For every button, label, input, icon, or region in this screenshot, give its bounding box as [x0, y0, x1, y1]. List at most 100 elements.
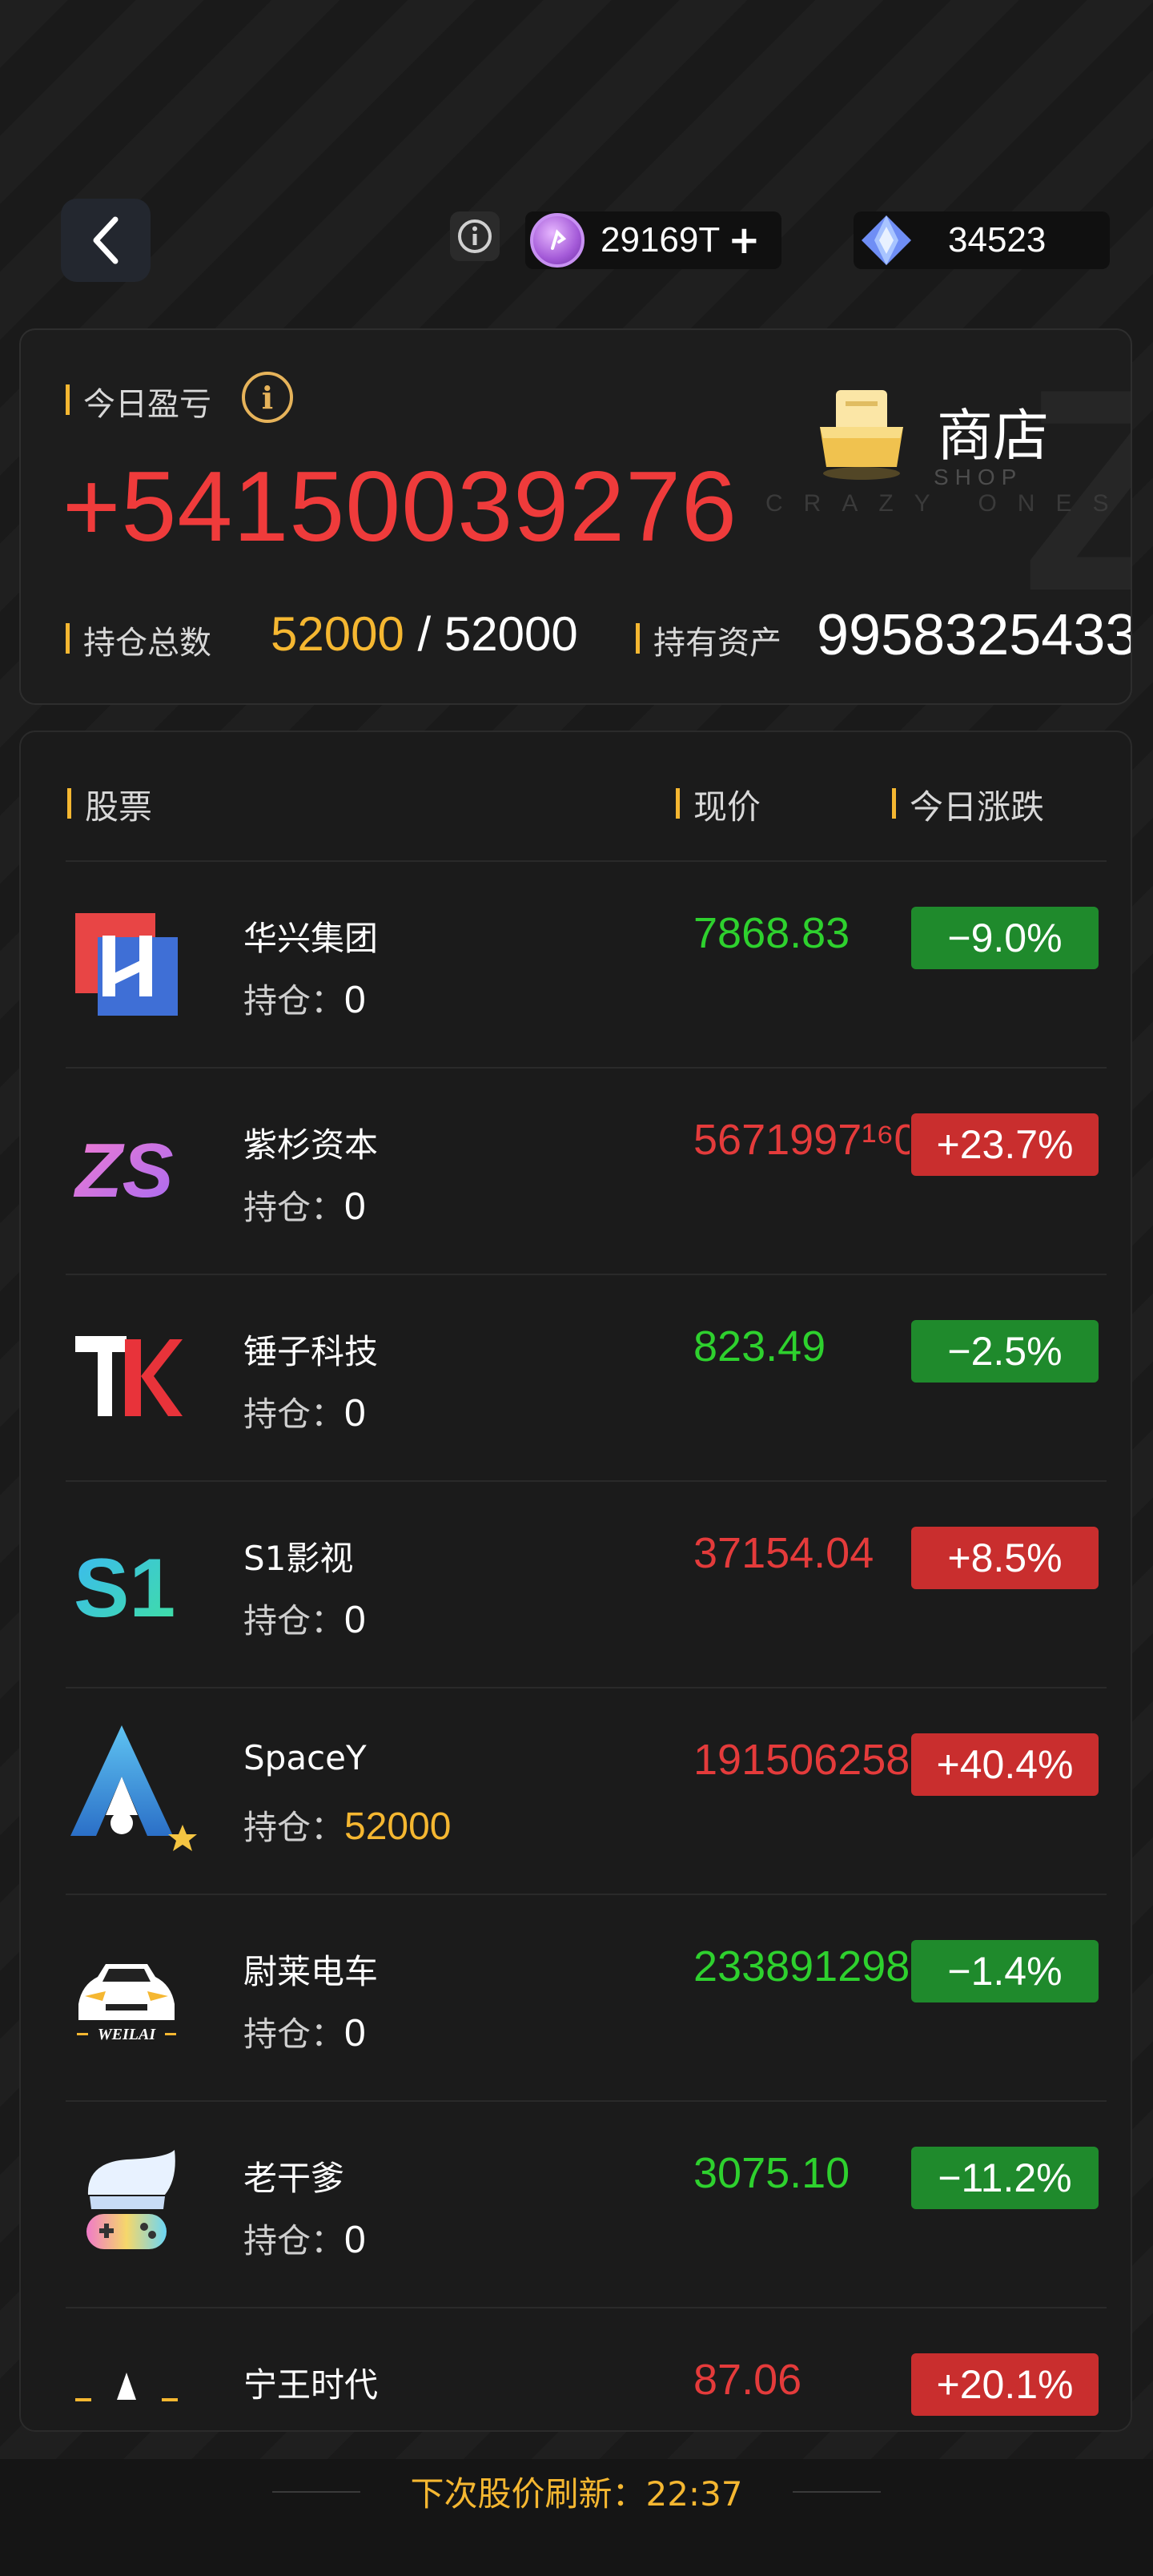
- holdings-total: 52000: [444, 607, 578, 661]
- holdings-separator: /: [404, 607, 444, 661]
- stock-row[interactable]: ZS 紫杉资本 持仓：0 5671997¹⁶0 +23.7%: [66, 1067, 1107, 1274]
- stock-change-badge: −11.2%: [911, 2147, 1099, 2209]
- crown-logo-icon: [75, 2373, 178, 2401]
- holding-label: 持仓：: [243, 1601, 345, 1640]
- holding-label: 持仓：: [243, 981, 345, 1020]
- pnl-value: +54150039276: [62, 452, 738, 562]
- holding-value: 0: [344, 2219, 366, 2261]
- stock-change-badge: +40.4%: [911, 1733, 1099, 1796]
- back-button[interactable]: [61, 199, 151, 282]
- diamond-icon: [862, 215, 911, 265]
- stock-name: 紫杉资本: [243, 1125, 379, 1165]
- holding-value: 0: [344, 1392, 366, 1435]
- stock-name: 锤子科技: [243, 1332, 379, 1371]
- stock-price: 37154.04: [693, 1529, 874, 1577]
- stock-change-badge: +8.5%: [911, 1527, 1099, 1589]
- stock-holding: 持仓：0: [243, 1181, 366, 1230]
- portfolio-summary: Z CRAZY ONES 今日盈亏 i +54150039276 商店 SHOP…: [19, 328, 1132, 705]
- shop-box-icon: [820, 390, 903, 480]
- stock-name: 尉莱电车: [243, 1952, 379, 1991]
- holdings-label: 持仓总数: [66, 617, 211, 663]
- stock-name: 华兴集团: [243, 919, 379, 958]
- shop-subtitle: SHOP: [934, 465, 1023, 489]
- chevron-left-icon: [93, 216, 119, 264]
- holding-value: 0: [344, 979, 366, 1021]
- stock-price: 191506258: [693, 1736, 910, 1784]
- stock-price: 823.49: [693, 1322, 826, 1371]
- assets-label: 持有资产: [636, 617, 781, 663]
- zs-logo-icon: ZS: [73, 1128, 174, 1214]
- divider-right: [793, 2491, 881, 2493]
- column-header-stock: 股票: [67, 780, 152, 829]
- holding-value: 0: [344, 1599, 366, 1641]
- stock-holding: 持仓：0: [243, 2421, 366, 2430]
- stock-change-badge: −1.4%: [911, 1940, 1099, 2002]
- gem-balance: 34523: [854, 211, 1110, 269]
- stock-change-badge: +20.1%: [911, 2353, 1099, 2416]
- stock-change-badge: +23.7%: [911, 1113, 1099, 1176]
- stock-holding: 持仓：0: [243, 2214, 366, 2263]
- shop-button[interactable]: 商店 SHOP: [814, 375, 1078, 489]
- refresh-countdown: 下次股价刷新：22:37: [410, 2474, 743, 2514]
- holding-label: 持仓：: [243, 1395, 345, 1434]
- column-header-price: 现价: [676, 780, 761, 829]
- top-bar: 29169T + 34523: [0, 192, 1153, 288]
- stock-row[interactable]: WEILAI 尉莱电车 持仓：0 2338912982 −1.4%: [66, 1894, 1107, 2100]
- holdings-count: 52000 / 52000: [271, 606, 578, 662]
- holding-value: 52000: [344, 1805, 452, 1848]
- rocket-logo-icon: [70, 1725, 197, 1851]
- stock-row[interactable]: 锤子科技 持仓：0 823.49 −2.5%: [66, 1274, 1107, 1480]
- refresh-footer: 下次股价刷新：22:37: [0, 2459, 1153, 2576]
- stock-row[interactable]: 老干爹 持仓：0 3075.10 −11.2%: [66, 2100, 1107, 2307]
- stock-price: 3075.10: [693, 2149, 850, 2197]
- holdings-current: 52000: [271, 607, 404, 661]
- info-icon: [458, 219, 492, 253]
- svg-text:ZS: ZS: [73, 1128, 174, 1214]
- holding-value: 0: [344, 1185, 366, 1228]
- stock-price: 2338912982: [693, 1942, 910, 1990]
- shop-title: 商店: [937, 402, 1049, 469]
- holding-label: 持仓：: [243, 2015, 345, 2054]
- stock-change-badge: −2.5%: [911, 1320, 1099, 1383]
- s1-logo-icon: S1: [74, 1542, 175, 1635]
- brand-watermark: CRAZY ONES: [765, 490, 1130, 517]
- coin-value: 29169T: [601, 220, 721, 260]
- stock-holding: 持仓：0: [243, 2007, 366, 2056]
- stock-row[interactable]: S1 S1影视 持仓：0 37154.04 +8.5%: [66, 1480, 1107, 1687]
- holding-value: 0: [344, 2425, 366, 2430]
- stock-name: 老干爹: [243, 2159, 345, 2198]
- hammer-logo-icon: [75, 1336, 183, 1416]
- holding-value: 0: [344, 2012, 366, 2055]
- stock-holding: 持仓：0: [243, 1594, 366, 1643]
- car-logo-icon: WEILAI: [77, 1964, 176, 2043]
- stock-change-badge: −9.0%: [911, 907, 1099, 969]
- holding-label: 持仓：: [243, 1808, 345, 1847]
- stock-price: 87.06: [693, 2356, 802, 2404]
- stock-row[interactable]: 华兴集团 持仓：0 7868.83 −9.0%: [66, 860, 1107, 1067]
- coin-balance: 29169T +: [525, 211, 781, 269]
- stock-holding: 持仓：52000: [243, 1801, 452, 1849]
- gamer-logo-icon: [86, 2150, 175, 2249]
- stock-name: SpaceY: [243, 1738, 367, 1777]
- stock-price: 7868.83: [693, 909, 850, 957]
- stock-list-panel: 股票 现价 今日涨跌 华兴集团 持仓：0 7868.83 −9.0% ZS 紫杉…: [19, 731, 1132, 2432]
- stock-row[interactable]: SpaceY 持仓：52000 191506258 +40.4%: [66, 1687, 1107, 1894]
- holding-label: 持仓：: [243, 2428, 344, 2430]
- holding-label: 持仓：: [243, 1188, 345, 1227]
- stock-price: 5671997¹⁶0: [693, 1116, 910, 1164]
- coin-icon: [530, 213, 585, 268]
- column-header-change: 今日涨跌: [892, 780, 1044, 829]
- holding-label: 持仓：: [243, 2221, 345, 2260]
- stock-holding: 持仓：0: [243, 974, 366, 1023]
- info-button[interactable]: [450, 211, 500, 261]
- stock-name: S1影视: [243, 1539, 354, 1578]
- svg-text:S1: S1: [74, 1542, 175, 1635]
- gem-value: 34523: [948, 220, 1047, 260]
- stock-name: 宁王时代: [243, 2365, 379, 2405]
- stock-row[interactable]: 宁王时代 持仓：0 87.06 +20.1%: [66, 2307, 1107, 2430]
- pnl-info-icon[interactable]: i: [242, 372, 293, 423]
- add-coins-button[interactable]: +: [728, 218, 760, 263]
- svg-text:WEILAI: WEILAI: [98, 2026, 156, 2043]
- assets-value: 99583254331: [817, 603, 1131, 667]
- huaxing-logo-icon: [75, 913, 178, 1016]
